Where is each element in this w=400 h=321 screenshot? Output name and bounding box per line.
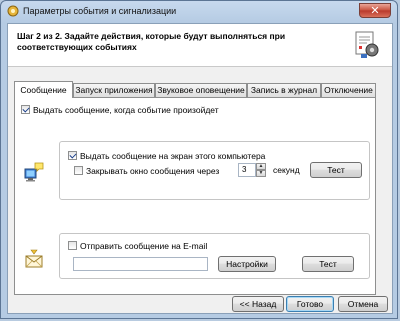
stepper-up-icon[interactable]: ▲	[256, 163, 266, 170]
auto-close-row: Закрывать окно сообщения через	[74, 165, 219, 176]
screen-test-button[interactable]: Тест	[310, 162, 362, 178]
tab-message[interactable]: Сообщение	[14, 81, 73, 98]
email-settings-button[interactable]: Настройки	[218, 256, 276, 272]
document-gear-icon	[355, 31, 379, 58]
email-address-input[interactable]	[73, 257, 208, 271]
send-email-label: Отправить сообщение на E-mail	[80, 240, 208, 251]
back-button[interactable]: << Назад	[232, 296, 284, 312]
step-description: Шаг 2 из 2. Задайте действия, которые бу…	[17, 31, 286, 52]
show-on-screen-label: Выдать сообщение на экран этого компьюте…	[80, 150, 266, 161]
show-on-screen-checkbox[interactable]	[68, 151, 77, 161]
main-message-checkbox[interactable]	[21, 105, 30, 115]
auto-close-checkbox[interactable]	[74, 166, 83, 176]
title-bar[interactable]: Параметры события и сигнализации ✕	[1, 1, 397, 21]
main-message-row: Выдать сообщение, когда событие произойд…	[21, 104, 219, 115]
envelope-icon	[25, 249, 43, 268]
computer-message-icon	[24, 162, 44, 182]
send-email-checkbox[interactable]	[68, 241, 77, 251]
show-on-screen-row: Выдать сообщение на экран этого компьюте…	[68, 150, 265, 161]
seconds-stepper-arrows: ▲ ▼	[256, 163, 266, 177]
seconds-label: секунд	[273, 165, 300, 175]
app-icon	[7, 5, 19, 17]
cancel-button[interactable]: Отмена	[338, 296, 388, 312]
tab-launch-app[interactable]: Запуск приложения	[73, 83, 155, 97]
window-title: Параметры события и сигнализации	[23, 6, 177, 16]
auto-close-label: Закрывать окно сообщения через	[86, 165, 220, 176]
close-button[interactable]: ✕	[359, 3, 391, 18]
main-message-label: Выдать сообщение, когда событие произойд…	[33, 104, 219, 115]
screen-message-group: Выдать сообщение на экран этого компьюте…	[59, 141, 370, 200]
seconds-stepper[interactable]: 3 ▲ ▼	[238, 163, 266, 177]
stepper-down-icon[interactable]: ▼	[256, 170, 266, 177]
tab-sound-alert[interactable]: Звуковое оповещение	[155, 83, 247, 97]
send-email-row: Отправить сообщение на E-mail	[68, 240, 207, 251]
finish-button[interactable]: Готово	[286, 296, 334, 312]
dialog-client: Шаг 2 из 2. Задайте действия, которые бу…	[7, 23, 393, 314]
tab-shutdown[interactable]: Отключение	[321, 83, 376, 97]
wizard-header: Шаг 2 из 2. Задайте действия, которые бу…	[8, 24, 392, 67]
seconds-input[interactable]: 3	[238, 163, 256, 177]
dialog-window: Параметры события и сигнализации ✕ Шаг 2…	[0, 0, 398, 319]
email-message-group: Отправить сообщение на E-mail Настройки …	[59, 233, 370, 279]
message-tab-page: Выдать сообщение, когда событие произойд…	[14, 97, 376, 295]
email-test-button[interactable]: Тест	[302, 256, 354, 272]
tab-log-entry[interactable]: Запись в журнал	[247, 83, 321, 97]
